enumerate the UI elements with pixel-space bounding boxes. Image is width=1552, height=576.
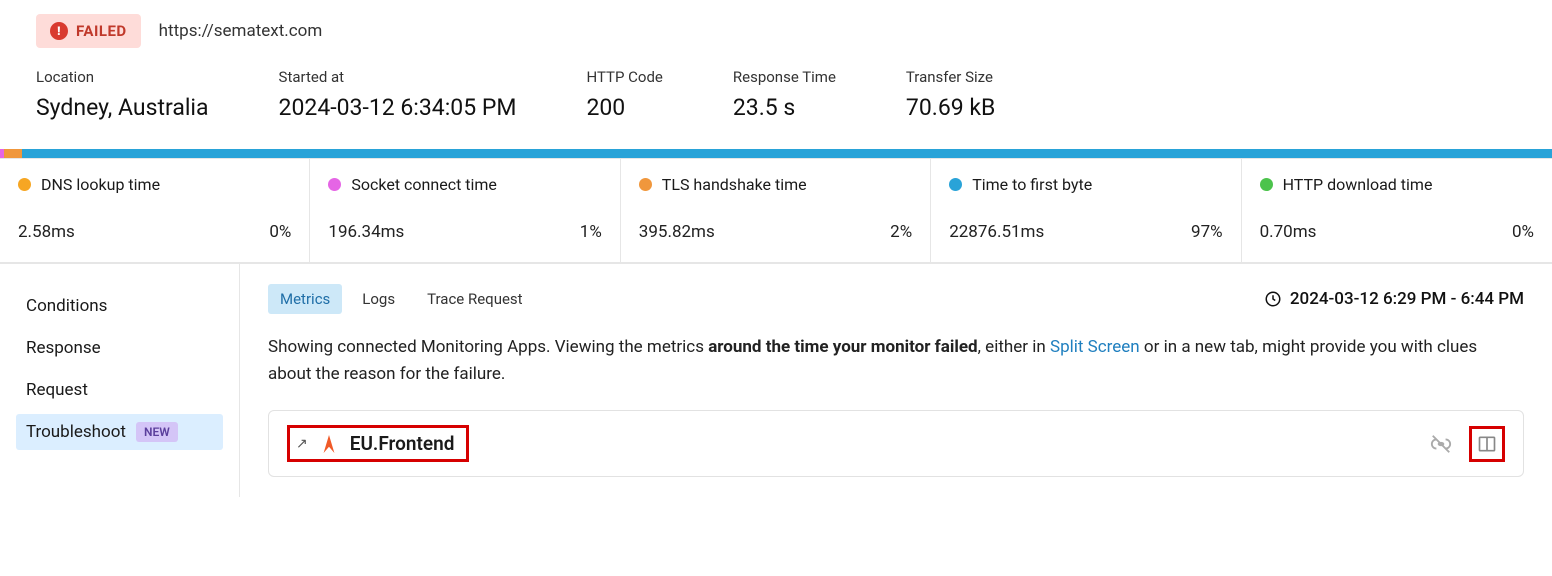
sidebar-item-conditions[interactable]: Conditions (16, 288, 223, 324)
summary-value: 23.5 s (733, 94, 836, 121)
summary-value: Sydney, Australia (36, 94, 209, 121)
metric-name: Socket connect time (351, 175, 497, 194)
metric-cell: DNS lookup time 2.58ms 0% (0, 159, 310, 262)
sidebar-item-troubleshoot[interactable]: Troubleshoot NEW (16, 414, 223, 450)
time-range-text: 2024-03-12 6:29 PM - 6:44 PM (1290, 289, 1524, 309)
time-range-picker[interactable]: 2024-03-12 6:29 PM - 6:44 PM (1264, 289, 1524, 309)
tab-label: Trace Request (427, 290, 522, 308)
unlink-icon (1430, 433, 1452, 455)
metrics-row: DNS lookup time 2.58ms 0% Socket connect ti… (0, 158, 1552, 263)
metric-value: 22876.51ms (949, 222, 1044, 242)
summary-value: 2024-03-12 6:34:05 PM (279, 94, 517, 121)
split-screen-link[interactable]: Split Screen (1050, 337, 1140, 357)
timeline-segment-tls (4, 149, 22, 158)
summary-label: Transfer Size (906, 68, 995, 86)
unlink-button[interactable] (1423, 426, 1459, 462)
clock-icon (1264, 290, 1282, 308)
sidebar: Conditions Response Request Troubleshoot… (0, 264, 240, 497)
summary-row: Location Sydney, Australia Started at 20… (0, 68, 1552, 149)
split-view-icon (1477, 434, 1497, 454)
tab-metrics[interactable]: Metrics (268, 284, 342, 314)
summary-http: HTTP Code 200 (586, 68, 662, 121)
app-logo-icon (320, 433, 338, 455)
monitored-url: https://sematext.com (159, 21, 323, 41)
metric-name: Time to first byte (972, 175, 1092, 194)
metric-name: HTTP download time (1283, 175, 1433, 194)
metric-percent: 0% (1512, 222, 1534, 242)
sidebar-item-label: Request (26, 380, 88, 400)
metric-color-dot (949, 178, 962, 191)
metric-cell: Time to first byte 22876.51ms 97% (931, 159, 1241, 262)
metric-value: 2.58ms (18, 222, 75, 242)
sidebar-item-response[interactable]: Response (16, 330, 223, 366)
desc-prefix: Showing connected Monitoring Apps. Viewi… (268, 337, 708, 357)
metric-color-dot (639, 178, 652, 191)
metric-cell: TLS handshake time 395.82ms 2% (621, 159, 931, 262)
metric-percent: 1% (580, 222, 602, 242)
summary-response: Response Time 23.5 s (733, 68, 836, 121)
app-name: EU.Frontend (350, 432, 455, 455)
timeline-segment-ttfb (22, 149, 1552, 158)
summary-label: Location (36, 68, 209, 86)
summary-label: Response Time (733, 68, 836, 86)
sidebar-item-label: Troubleshoot (26, 422, 126, 442)
app-link[interactable]: ↗ EU.Frontend (287, 425, 469, 462)
status-badge: ! FAILED (36, 14, 141, 48)
metric-percent: 97% (1191, 222, 1223, 242)
split-view-button[interactable] (1469, 426, 1505, 462)
desc-bold: around the time your monitor failed (708, 337, 977, 357)
timeline-bar (0, 149, 1552, 158)
metric-percent: 2% (890, 222, 912, 242)
description: Showing connected Monitoring Apps. Viewi… (268, 334, 1524, 388)
summary-value: 70.69 kB (906, 94, 995, 121)
tabs: Metrics Logs Trace Request (268, 284, 535, 314)
summary-started: Started at 2024-03-12 6:34:05 PM (279, 68, 517, 121)
tab-logs[interactable]: Logs (350, 284, 407, 314)
metric-name: TLS handshake time (662, 175, 807, 194)
sidebar-item-label: Response (26, 338, 101, 358)
summary-label: Started at (279, 68, 517, 86)
summary-transfer: Transfer Size 70.69 kB (906, 68, 995, 121)
tab-trace-request[interactable]: Trace Request (415, 284, 534, 314)
metric-name: DNS lookup time (41, 175, 160, 194)
new-badge: NEW (136, 422, 178, 442)
metric-color-dot (18, 178, 31, 191)
desc-mid: , either in (978, 337, 1050, 357)
metric-value: 395.82ms (639, 222, 715, 242)
sidebar-item-request[interactable]: Request (16, 372, 223, 408)
metric-cell: HTTP download time 0.70ms 0% (1242, 159, 1552, 262)
metric-cell: Socket connect time 196.34ms 1% (310, 159, 620, 262)
metric-percent: 0% (269, 222, 291, 242)
sidebar-item-label: Conditions (26, 296, 107, 316)
summary-location: Location Sydney, Australia (36, 68, 209, 121)
metric-value: 0.70ms (1260, 222, 1317, 242)
summary-value: 200 (586, 94, 662, 121)
status-label: FAILED (76, 22, 127, 40)
metric-color-dot (328, 178, 341, 191)
external-link-icon: ↗ (296, 436, 308, 452)
app-card: ↗ EU.Frontend (268, 410, 1524, 477)
tab-label: Logs (362, 290, 395, 308)
tab-label: Metrics (280, 290, 330, 308)
metric-color-dot (1260, 178, 1273, 191)
error-icon: ! (50, 22, 68, 40)
metric-value: 196.34ms (328, 222, 404, 242)
summary-label: HTTP Code (586, 68, 662, 86)
